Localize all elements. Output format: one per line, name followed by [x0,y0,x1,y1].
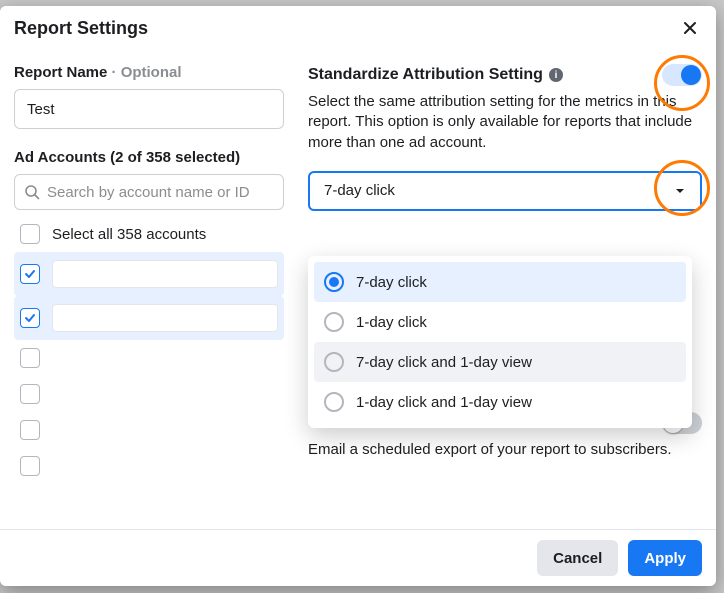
account-checkbox[interactable] [20,348,40,368]
account-checkbox[interactable] [20,420,40,440]
attribution-option[interactable]: 1-day click and 1-day view [314,382,686,422]
right-column: Standardize Attribution Setting i Select… [308,50,702,529]
account-search-wrap [14,174,284,210]
apply-button[interactable]: Apply [628,540,702,576]
modal-footer: Cancel Apply [0,529,716,586]
close-button[interactable] [678,16,702,40]
account-row[interactable] [14,412,284,448]
account-checkbox[interactable] [20,456,40,476]
report-name-label: Report Name · Optional [14,64,284,81]
attribution-option-label: 1-day click and 1-day view [356,394,532,411]
cancel-button[interactable]: Cancel [537,540,618,576]
attribution-option[interactable]: 7-day click and 1-day view [314,342,686,382]
account-checkbox[interactable] [20,264,40,284]
attribution-title: Standardize Attribution Setting i [308,66,563,84]
attribution-select[interactable]: 7-day click [308,171,702,211]
schedule-desc: Email a scheduled export of your report … [308,440,702,460]
left-column: Report Name · Optional Ad Accounts (2 of… [14,50,284,529]
modal-title: Report Settings [14,18,148,39]
account-list: Select all 358 accounts [14,216,284,484]
attribution-option-label: 7-day click and 1-day view [356,354,532,371]
radio-icon [324,312,344,332]
info-icon[interactable]: i [549,68,563,82]
account-name-placeholder [52,304,278,332]
radio-icon [324,352,344,372]
account-row[interactable] [14,296,284,340]
account-row[interactable] [14,252,284,296]
modal-header: Report Settings [0,6,716,44]
search-icon [24,184,40,200]
select-all-checkbox[interactable] [20,224,40,244]
account-row[interactable] [14,376,284,412]
attribution-dropdown[interactable]: 7-day click 1-day click 7-day click and 1-… [308,256,692,428]
attribution-option[interactable]: 1-day click [314,302,686,342]
attribution-option-label: 7-day click [356,274,427,291]
account-name-placeholder [52,260,278,288]
account-row[interactable] [14,448,284,484]
radio-icon [324,272,344,292]
select-all-label: Select all 358 accounts [52,226,206,243]
report-name-input[interactable] [14,89,284,129]
account-checkbox[interactable] [20,308,40,328]
report-settings-modal: Report Settings Report Name · Optional A… [0,6,716,586]
attribution-toggle[interactable] [662,64,702,86]
attribution-select-value: 7-day click [324,182,395,199]
account-search-input[interactable] [14,174,284,210]
ad-accounts-label: Ad Accounts (2 of 358 selected) [14,149,284,166]
close-icon [682,20,698,36]
chevron-down-icon [674,185,686,197]
attribution-section-head: Standardize Attribution Setting i [308,64,702,86]
modal-body: Report Name · Optional Ad Accounts (2 of… [0,44,716,529]
attribution-option-label: 1-day click [356,314,427,331]
select-all-row[interactable]: Select all 358 accounts [14,216,284,252]
attribution-desc: Select the same attribution setting for … [308,92,702,153]
attribution-option[interactable]: 7-day click [314,262,686,302]
account-checkbox[interactable] [20,384,40,404]
radio-icon [324,392,344,412]
account-row[interactable] [14,340,284,376]
